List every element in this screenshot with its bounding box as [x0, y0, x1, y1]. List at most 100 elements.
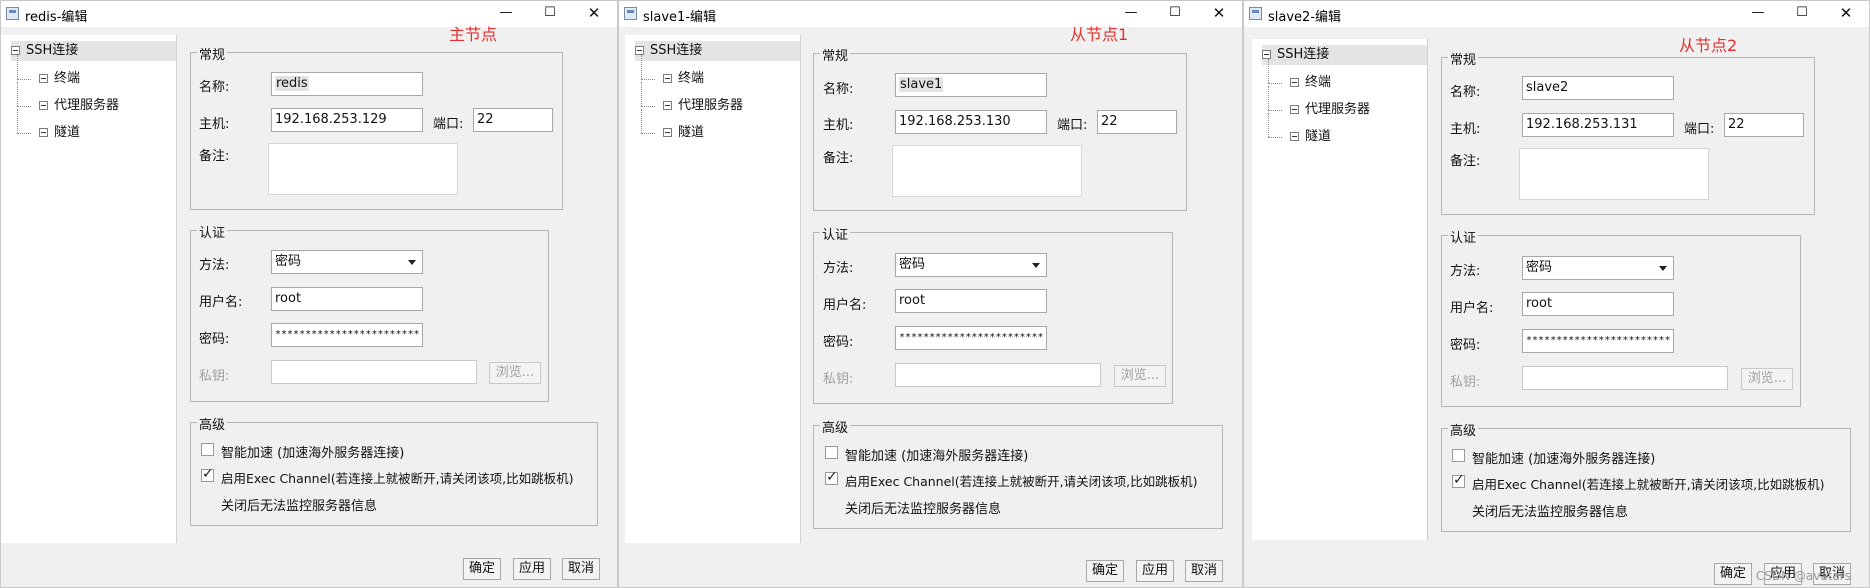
general-legend: 常规 [820, 45, 851, 64]
method-select[interactable]: 密码 [895, 253, 1047, 277]
password-label: 密码: [1450, 338, 1481, 353]
ok-button[interactable]: 确定 [1714, 563, 1752, 585]
auth-legend: 认证 [1448, 227, 1479, 246]
collapse-icon[interactable] [11, 46, 20, 55]
title-bar[interactable]: redis-编辑 — ☐ ✕ [1, 1, 617, 27]
exec-channel-label: 启用Exec Channel(若连接上就被断开,请关闭该项,比如跳板机) [1472, 477, 1825, 492]
window-title: slave1-编辑 [643, 10, 717, 25]
password-input[interactable]: ************************ [895, 326, 1047, 350]
watermark: CSDN @avatars [1755, 569, 1851, 583]
exec-channel-checkbox[interactable] [825, 469, 838, 485]
private-key-input [1522, 366, 1728, 390]
node-annotation: 从节点2 [1679, 36, 1738, 55]
private-key-input [895, 363, 1101, 387]
exec-channel-note: 关闭后无法监控服务器信息 [221, 499, 378, 514]
host-input[interactable]: 192.168.253.130 [895, 110, 1047, 134]
close-icon[interactable]: ✕ [577, 2, 611, 24]
collapse-icon[interactable] [1290, 132, 1299, 141]
password-input[interactable]: ************************ [1522, 329, 1674, 353]
name-label: 名称: [1450, 85, 1481, 100]
collapse-icon[interactable] [663, 101, 672, 110]
username-label: 用户名: [823, 298, 867, 313]
username-input[interactable]: root [895, 289, 1047, 313]
name-input[interactable]: slave2 [1522, 76, 1674, 100]
collapse-icon[interactable] [1290, 105, 1299, 114]
collapse-icon[interactable] [1290, 78, 1299, 87]
host-input[interactable]: 192.168.253.129 [271, 108, 423, 132]
port-label: 端口: [1057, 118, 1088, 133]
tree-item-terminal[interactable]: 终端 [17, 55, 80, 89]
password-label: 密码: [823, 335, 854, 350]
host-input[interactable]: 192.168.253.131 [1522, 113, 1674, 137]
tree-item-terminal[interactable]: 终端 [641, 55, 704, 89]
tree-item-ssh[interactable]: SSH连接 [1262, 45, 1427, 65]
collapse-icon[interactable] [663, 128, 672, 137]
close-icon[interactable]: ✕ [1829, 2, 1863, 24]
ok-button[interactable]: 确定 [1086, 560, 1124, 582]
host-label: 主机: [1450, 122, 1481, 137]
tree-item-tunnel[interactable]: 隧道 [641, 109, 704, 143]
maximize-icon[interactable]: ☐ [1785, 2, 1819, 24]
settings-tree: SSH连接 终端 代理服务器 隧道 [1, 35, 177, 543]
notes-textarea[interactable] [268, 143, 458, 195]
tree-item-proxy[interactable]: 代理服务器 [641, 82, 743, 116]
cancel-button[interactable]: 取消 [1185, 560, 1223, 582]
port-input[interactable]: 22 [1097, 110, 1177, 134]
notes-textarea[interactable] [892, 145, 1082, 197]
tree-item-proxy[interactable]: 代理服务器 [1268, 86, 1370, 120]
method-select[interactable]: 密码 [1522, 256, 1674, 280]
private-key-label: 私钥: [1450, 375, 1481, 390]
port-input[interactable]: 22 [1724, 113, 1804, 137]
collapse-icon[interactable] [39, 101, 48, 110]
name-input[interactable]: redis [271, 72, 423, 96]
collapse-icon[interactable] [1262, 50, 1271, 59]
general-legend: 常规 [197, 44, 228, 63]
private-key-label: 私钥: [823, 372, 854, 387]
cancel-button[interactable]: 取消 [562, 558, 600, 580]
edit-window-redis: redis-编辑 — ☐ ✕ 主节点 SSH连接 终端 代理服务器 隧道 常规 … [0, 0, 618, 588]
close-icon[interactable]: ✕ [1202, 2, 1236, 24]
minimize-icon[interactable]: — [1741, 2, 1775, 24]
name-input[interactable]: slave1 [895, 73, 1047, 97]
smart-accel-checkbox[interactable] [825, 446, 838, 459]
browse-button: 浏览... [1741, 368, 1793, 390]
tree-item-proxy[interactable]: 代理服务器 [17, 82, 119, 116]
advanced-legend: 高级 [820, 417, 851, 436]
apply-button[interactable]: 应用 [513, 558, 551, 580]
username-input[interactable]: root [271, 287, 423, 311]
password-input[interactable]: ************************ [271, 323, 423, 347]
tree-item-tunnel[interactable]: 隧道 [17, 109, 80, 143]
smart-accel-checkbox[interactable] [1452, 449, 1465, 462]
collapse-icon[interactable] [635, 46, 644, 55]
collapse-icon[interactable] [39, 128, 48, 137]
exec-channel-checkbox[interactable] [201, 466, 214, 482]
title-bar[interactable]: slave2-编辑 — ☐ ✕ [1244, 1, 1869, 27]
tree-item-terminal[interactable]: 终端 [1268, 59, 1331, 93]
collapse-icon[interactable] [663, 74, 672, 83]
node-annotation: 从节点1 [1070, 25, 1129, 44]
tree-item-ssh[interactable]: SSH连接 [635, 41, 800, 61]
notes-textarea[interactable] [1519, 148, 1709, 200]
smart-accel-checkbox[interactable] [201, 443, 214, 456]
username-label: 用户名: [199, 295, 243, 310]
exec-channel-note: 关闭后无法监控服务器信息 [845, 502, 1002, 517]
chevron-down-icon [1659, 266, 1667, 271]
collapse-icon[interactable] [39, 74, 48, 83]
title-bar[interactable]: slave1-编辑 — ☐ ✕ [619, 1, 1242, 27]
chevron-down-icon [408, 260, 416, 265]
apply-button[interactable]: 应用 [1136, 560, 1174, 582]
username-input[interactable]: root [1522, 292, 1674, 316]
port-input[interactable]: 22 [473, 108, 553, 132]
tree-item-ssh[interactable]: SSH连接 [11, 41, 176, 61]
edit-window-slave2: slave2-编辑 — ☐ ✕ 从节点2 SSH连接 终端 代理服务器 隧道 常… [1243, 0, 1870, 588]
maximize-icon[interactable]: ☐ [1158, 2, 1192, 24]
java-app-icon [624, 7, 637, 20]
browse-button: 浏览... [1114, 365, 1166, 387]
maximize-icon[interactable]: ☐ [533, 2, 567, 24]
exec-channel-checkbox[interactable] [1452, 472, 1465, 488]
ok-button[interactable]: 确定 [463, 558, 501, 580]
host-label: 主机: [199, 117, 230, 132]
tree-item-tunnel[interactable]: 隧道 [1268, 113, 1331, 147]
method-select[interactable]: 密码 [271, 250, 423, 274]
window-title: redis-编辑 [25, 10, 88, 25]
